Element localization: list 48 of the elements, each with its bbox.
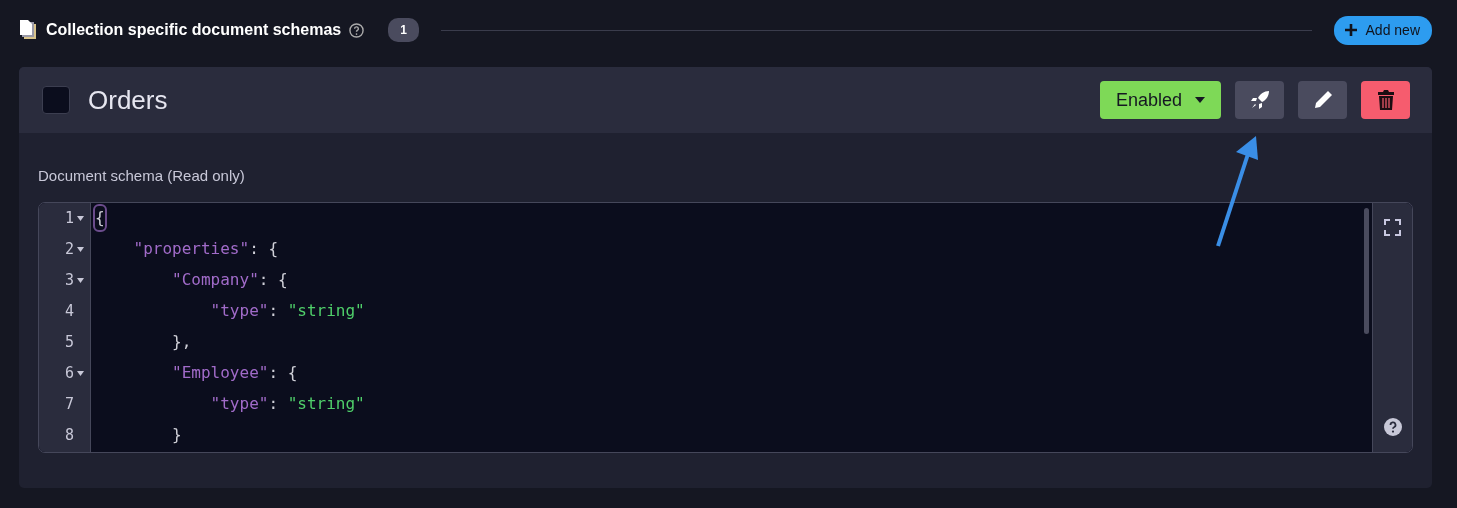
schema-name: Orders xyxy=(88,83,168,117)
code-punctuation: : xyxy=(268,300,280,322)
code-key: "type" xyxy=(95,392,269,416)
line-number: 5 xyxy=(64,331,74,353)
line-number: 7 xyxy=(64,393,74,415)
help-icon[interactable] xyxy=(1383,417,1402,436)
deploy-button[interactable] xyxy=(1235,81,1284,119)
status-dropdown[interactable]: Enabled xyxy=(1100,81,1221,119)
code-bracket: { xyxy=(95,206,105,230)
code-punctuation: : { xyxy=(268,362,298,384)
line-number: 8 xyxy=(64,424,74,446)
code-punctuation: : { xyxy=(249,238,279,260)
code-editor[interactable]: 1 2 3 4 5 6 7 8 { "properties": { "Company": { "type": "string" }, "Employee": { "type": "string" } xyxy=(38,201,1413,453)
fullscreen-icon[interactable] xyxy=(1384,218,1401,236)
code-key: "type" xyxy=(95,299,269,323)
line-number: 2 xyxy=(64,238,74,260)
code-punctuation: }, xyxy=(171,331,192,353)
caret-icon xyxy=(1195,97,1205,103)
field-label: Document schema (Read only) xyxy=(38,166,246,186)
rocket-icon xyxy=(1249,90,1270,110)
documents-icon xyxy=(20,20,38,40)
fold-icon[interactable] xyxy=(77,370,84,376)
fold-icon[interactable] xyxy=(77,277,84,283)
line-number: 1 xyxy=(64,207,74,229)
code-key: "properties" xyxy=(95,237,250,261)
plus-icon xyxy=(1343,23,1358,37)
code-string: "string" xyxy=(287,300,365,322)
code-key: "Employee" xyxy=(95,361,269,385)
count-badge: 1 xyxy=(388,18,419,42)
delete-button[interactable] xyxy=(1361,81,1410,119)
code-string: "string" xyxy=(287,393,365,415)
section-title: Collection specific document schemas xyxy=(46,20,342,40)
code-key: "Company" xyxy=(95,268,259,292)
code-punctuation: : { xyxy=(258,269,288,291)
pencil-icon xyxy=(1312,90,1333,110)
line-number: 6 xyxy=(64,362,74,384)
help-icon[interactable] xyxy=(349,22,365,38)
code-punctuation: } xyxy=(171,424,182,446)
fold-icon[interactable] xyxy=(77,215,84,221)
line-number: 4 xyxy=(64,300,74,322)
add-new-button[interactable]: Add new xyxy=(1333,15,1432,45)
trash-icon xyxy=(1377,90,1394,110)
checkbox[interactable] xyxy=(42,86,70,114)
fold-icon[interactable] xyxy=(77,246,84,252)
line-number: 3 xyxy=(64,269,74,291)
edit-button[interactable] xyxy=(1298,81,1347,119)
code-punctuation: : xyxy=(268,393,280,415)
scrollbar-thumb[interactable] xyxy=(1364,207,1369,334)
